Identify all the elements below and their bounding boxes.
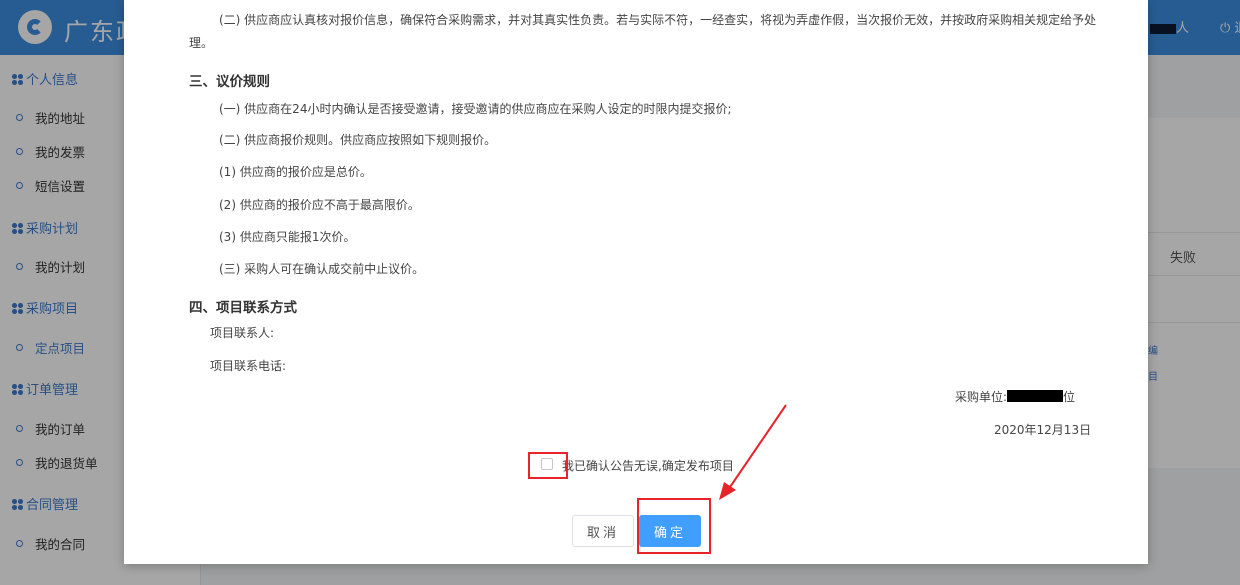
annotation-arrow [719,404,787,500]
arrow-head [719,482,736,500]
arrow-line [727,404,787,491]
